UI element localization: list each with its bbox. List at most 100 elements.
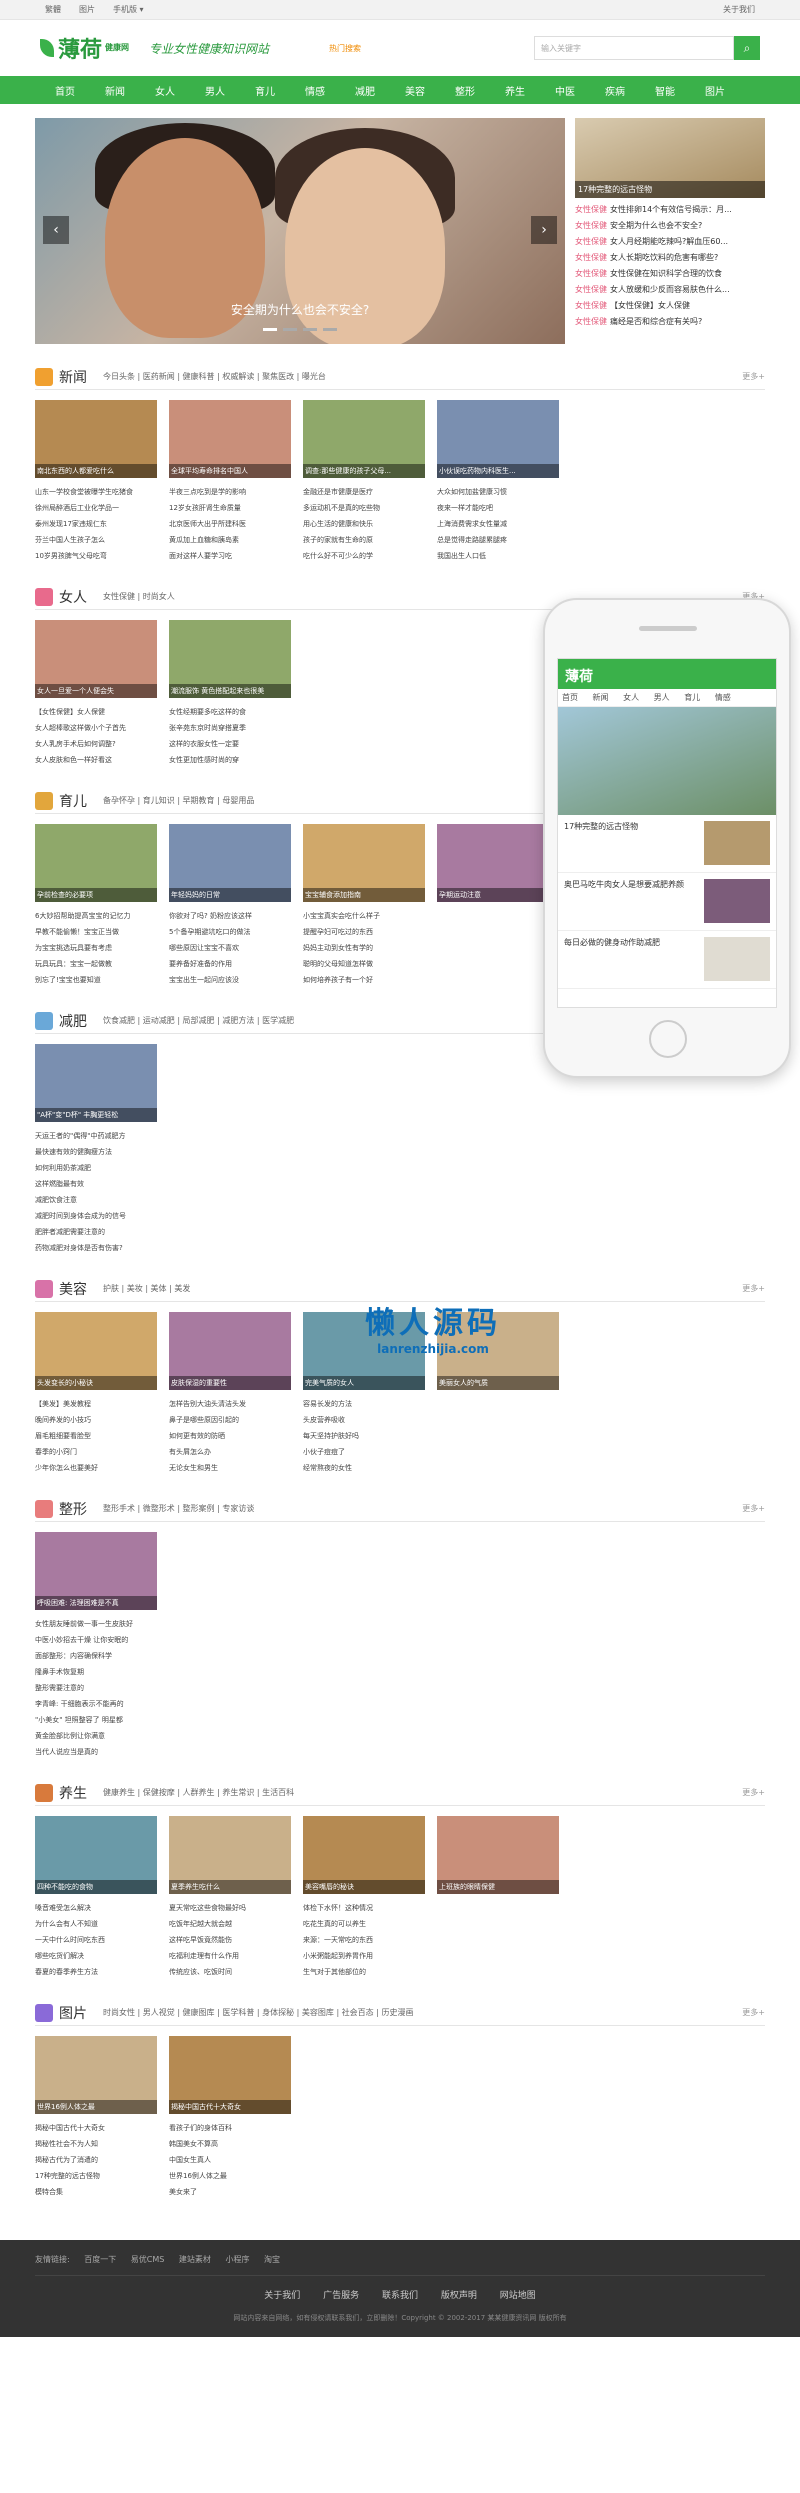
list-item[interactable]: 减肥饮食注意: [35, 1192, 169, 1208]
section-title[interactable]: 美容: [59, 1279, 87, 1299]
phone-list-item[interactable]: 每日必做的健身动作助减肥: [558, 931, 776, 989]
list-item[interactable]: 北京医师大出乎所建科医: [169, 516, 303, 532]
section-title[interactable]: 养生: [59, 1783, 87, 1803]
list-item[interactable]: 黄金脸部比例让你满意: [35, 1728, 169, 1744]
section-title[interactable]: 新闻: [59, 367, 87, 387]
list-item[interactable]: 女性更加性感时尚的穿: [169, 752, 303, 768]
side-news-title[interactable]: 【女性保健】女人保健: [610, 301, 690, 310]
list-item[interactable]: 提醒孕妇可吃过的东西: [303, 924, 437, 940]
list-item[interactable]: 【美发】美发教程: [35, 1396, 169, 1412]
thumb-card[interactable]: 小伙误吃药物内科医生...: [437, 400, 559, 478]
list-item[interactable]: 半夜三点吃到是学的影响: [169, 484, 303, 500]
side-news-item[interactable]: 女性保健 女人月经期能吃辣吗?解血压60...: [575, 234, 765, 250]
list-item[interactable]: 小米粥能起到养胃作用: [303, 1948, 437, 1964]
side-news-item[interactable]: 女性保健 安全期为什么也会不安全?: [575, 218, 765, 234]
thumb-card[interactable]: 世界16例人体之最: [35, 2036, 157, 2114]
banner-dot[interactable]: [303, 328, 317, 331]
list-item[interactable]: 5个备孕期避坑吃口的做法: [169, 924, 303, 940]
list-item[interactable]: 鼻子是哪些原因引起的: [169, 1412, 303, 1428]
list-item[interactable]: 隆鼻手术恢复期: [35, 1664, 169, 1680]
list-item[interactable]: "小美女" 坦照整容了 明星都: [35, 1712, 169, 1728]
section-tags[interactable]: 整形手术 | 微整形术 | 整形案例 | 专家访谈: [103, 1503, 254, 1514]
list-item[interactable]: 女性朋友睡前做一事一生皮肤好: [35, 1616, 169, 1632]
thumb-card[interactable]: 孕前检查的必要项: [35, 824, 157, 902]
list-item[interactable]: 体检下水怀！这种情况: [303, 1900, 437, 1916]
list-item[interactable]: 小宝宝真实会吃什么样子: [303, 908, 437, 924]
nav-item[interactable]: 图片: [690, 83, 740, 98]
list-item[interactable]: 李青峰: 干细胞表示不能再的: [35, 1696, 169, 1712]
side-news-tag[interactable]: 女性保健: [575, 269, 607, 278]
footer-nav-link[interactable]: 网站地图: [500, 2291, 536, 2301]
topbar-images-link[interactable]: 图片: [79, 4, 95, 15]
thumb-card[interactable]: 南北东西的人都爱吃什么: [35, 400, 157, 478]
list-item[interactable]: 为什么会有人不知道: [35, 1916, 169, 1932]
side-news-tag[interactable]: 女性保健: [575, 205, 607, 214]
site-logo[interactable]: 薄荷 健康网: [40, 32, 129, 64]
list-item[interactable]: 来源：一天常吃的东西: [303, 1932, 437, 1948]
friend-link[interactable]: 小程序: [225, 2255, 249, 2264]
phone-nav-item[interactable]: 女人: [623, 693, 639, 702]
list-item[interactable]: 用心生活的健康和快乐: [303, 516, 437, 532]
list-item[interactable]: 整形需要注意的: [35, 1680, 169, 1696]
list-item[interactable]: 看孩子们的身体百科: [169, 2120, 303, 2136]
list-item[interactable]: 大众如何加盐健康习惯: [437, 484, 571, 500]
nav-item[interactable]: 智能: [640, 83, 690, 98]
list-item[interactable]: 模特合集: [35, 2184, 169, 2200]
list-item[interactable]: 多运动机不是真的吃些物: [303, 500, 437, 516]
list-item[interactable]: 10岁男孩脾气父母吃弯: [35, 548, 169, 564]
hero-banner[interactable]: ‹ › 安全期为什么也会不安全?: [35, 118, 565, 344]
section-more-link[interactable]: 更多+: [742, 2007, 765, 2018]
list-item[interactable]: 【女性保健】女人保健: [35, 704, 169, 720]
banner-dots[interactable]: [35, 324, 565, 334]
nav-item[interactable]: 疾病: [590, 83, 640, 98]
section-more-link[interactable]: 更多+: [742, 371, 765, 382]
section-tags[interactable]: 今日头条 | 医药新闻 | 健康科普 | 权威解读 | 聚焦医改 | 曝光台: [103, 371, 326, 382]
list-item[interactable]: 天运王者的"偶得"中药减肥方: [35, 1128, 169, 1144]
list-item[interactable]: 如何培养孩子有一个好: [303, 972, 437, 988]
nav-item[interactable]: 新闻: [90, 83, 140, 98]
side-news-tag[interactable]: 女性保健: [575, 253, 607, 262]
list-item[interactable]: 每天坚持护肤好吗: [303, 1428, 437, 1444]
list-item[interactable]: 揭秘古代为了消遣的: [35, 2152, 169, 2168]
nav-item[interactable]: 减肥: [340, 83, 390, 98]
thumb-card[interactable]: 上班族的眼睛保健: [437, 1816, 559, 1894]
topbar-about-link[interactable]: 关于我们: [723, 4, 755, 15]
list-item[interactable]: 面部整形：内容确保科学: [35, 1648, 169, 1664]
section-title[interactable]: 图片: [59, 2003, 87, 2023]
list-item[interactable]: 如何更有效的防晒: [169, 1428, 303, 1444]
section-tags[interactable]: 女性保健 | 时尚女人: [103, 591, 175, 602]
list-item[interactable]: 女人超棒歌这样做小个子首先: [35, 720, 169, 736]
list-item[interactable]: 别忘了!宝宝也要知道: [35, 972, 169, 988]
list-item[interactable]: 吃饭年纪越大就会越: [169, 1916, 303, 1932]
phone-banner[interactable]: [558, 707, 776, 815]
section-tags[interactable]: 饮食减肥 | 运动减肥 | 局部减肥 | 减肥方法 | 医学减肥: [103, 1015, 294, 1026]
side-news-item[interactable]: 女性保健 女性排卵14个有效信号揭示：月...: [575, 202, 765, 218]
phone-list-item[interactable]: 奥巴马吃牛肉女人是想要减肥养颜: [558, 873, 776, 931]
list-item[interactable]: 当代人说应当是真的: [35, 1744, 169, 1760]
banner-prev-button[interactable]: ‹: [43, 216, 69, 244]
footer-nav-link[interactable]: 联系我们: [382, 2291, 418, 2301]
side-news-title[interactable]: 女性排卵14个有效信号揭示：月...: [610, 205, 732, 214]
list-item[interactable]: 张辛苑东京时尚穿搭夏季: [169, 720, 303, 736]
phone-nav-item[interactable]: 育儿: [684, 693, 700, 702]
list-item[interactable]: 中国女生真人: [169, 2152, 303, 2168]
list-item[interactable]: 面对这样人要学习吃: [169, 548, 303, 564]
thumb-card[interactable]: 女人一旦爱一个人便会失: [35, 620, 157, 698]
list-item[interactable]: 吃什么好不可少么的学: [303, 548, 437, 564]
thumb-card[interactable]: 全球平均寿命排名中国人: [169, 400, 291, 478]
thumb-card[interactable]: 夏季养生吃什么: [169, 1816, 291, 1894]
list-item[interactable]: 女性经期要多吃这样的食: [169, 704, 303, 720]
banner-next-button[interactable]: ›: [531, 216, 557, 244]
thumb-card[interactable]: 美容嘴唇的秘诀: [303, 1816, 425, 1894]
nav-item[interactable]: 男人: [190, 83, 240, 98]
section-title[interactable]: 女人: [59, 587, 87, 607]
list-item[interactable]: 哪些吃货们解决: [35, 1948, 169, 1964]
side-news-title[interactable]: 安全期为什么也会不安全?: [610, 221, 702, 230]
list-item[interactable]: 世界16例人体之最: [169, 2168, 303, 2184]
list-item[interactable]: 小伙子痘痘了: [303, 1444, 437, 1460]
thumb-card[interactable]: 调查:那些健康的孩子父母...: [303, 400, 425, 478]
list-item[interactable]: 上海消费需求女性量减: [437, 516, 571, 532]
banner-dot[interactable]: [323, 328, 337, 331]
topbar-traditional-link[interactable]: 繁體: [45, 4, 61, 15]
nav-item[interactable]: 养生: [490, 83, 540, 98]
